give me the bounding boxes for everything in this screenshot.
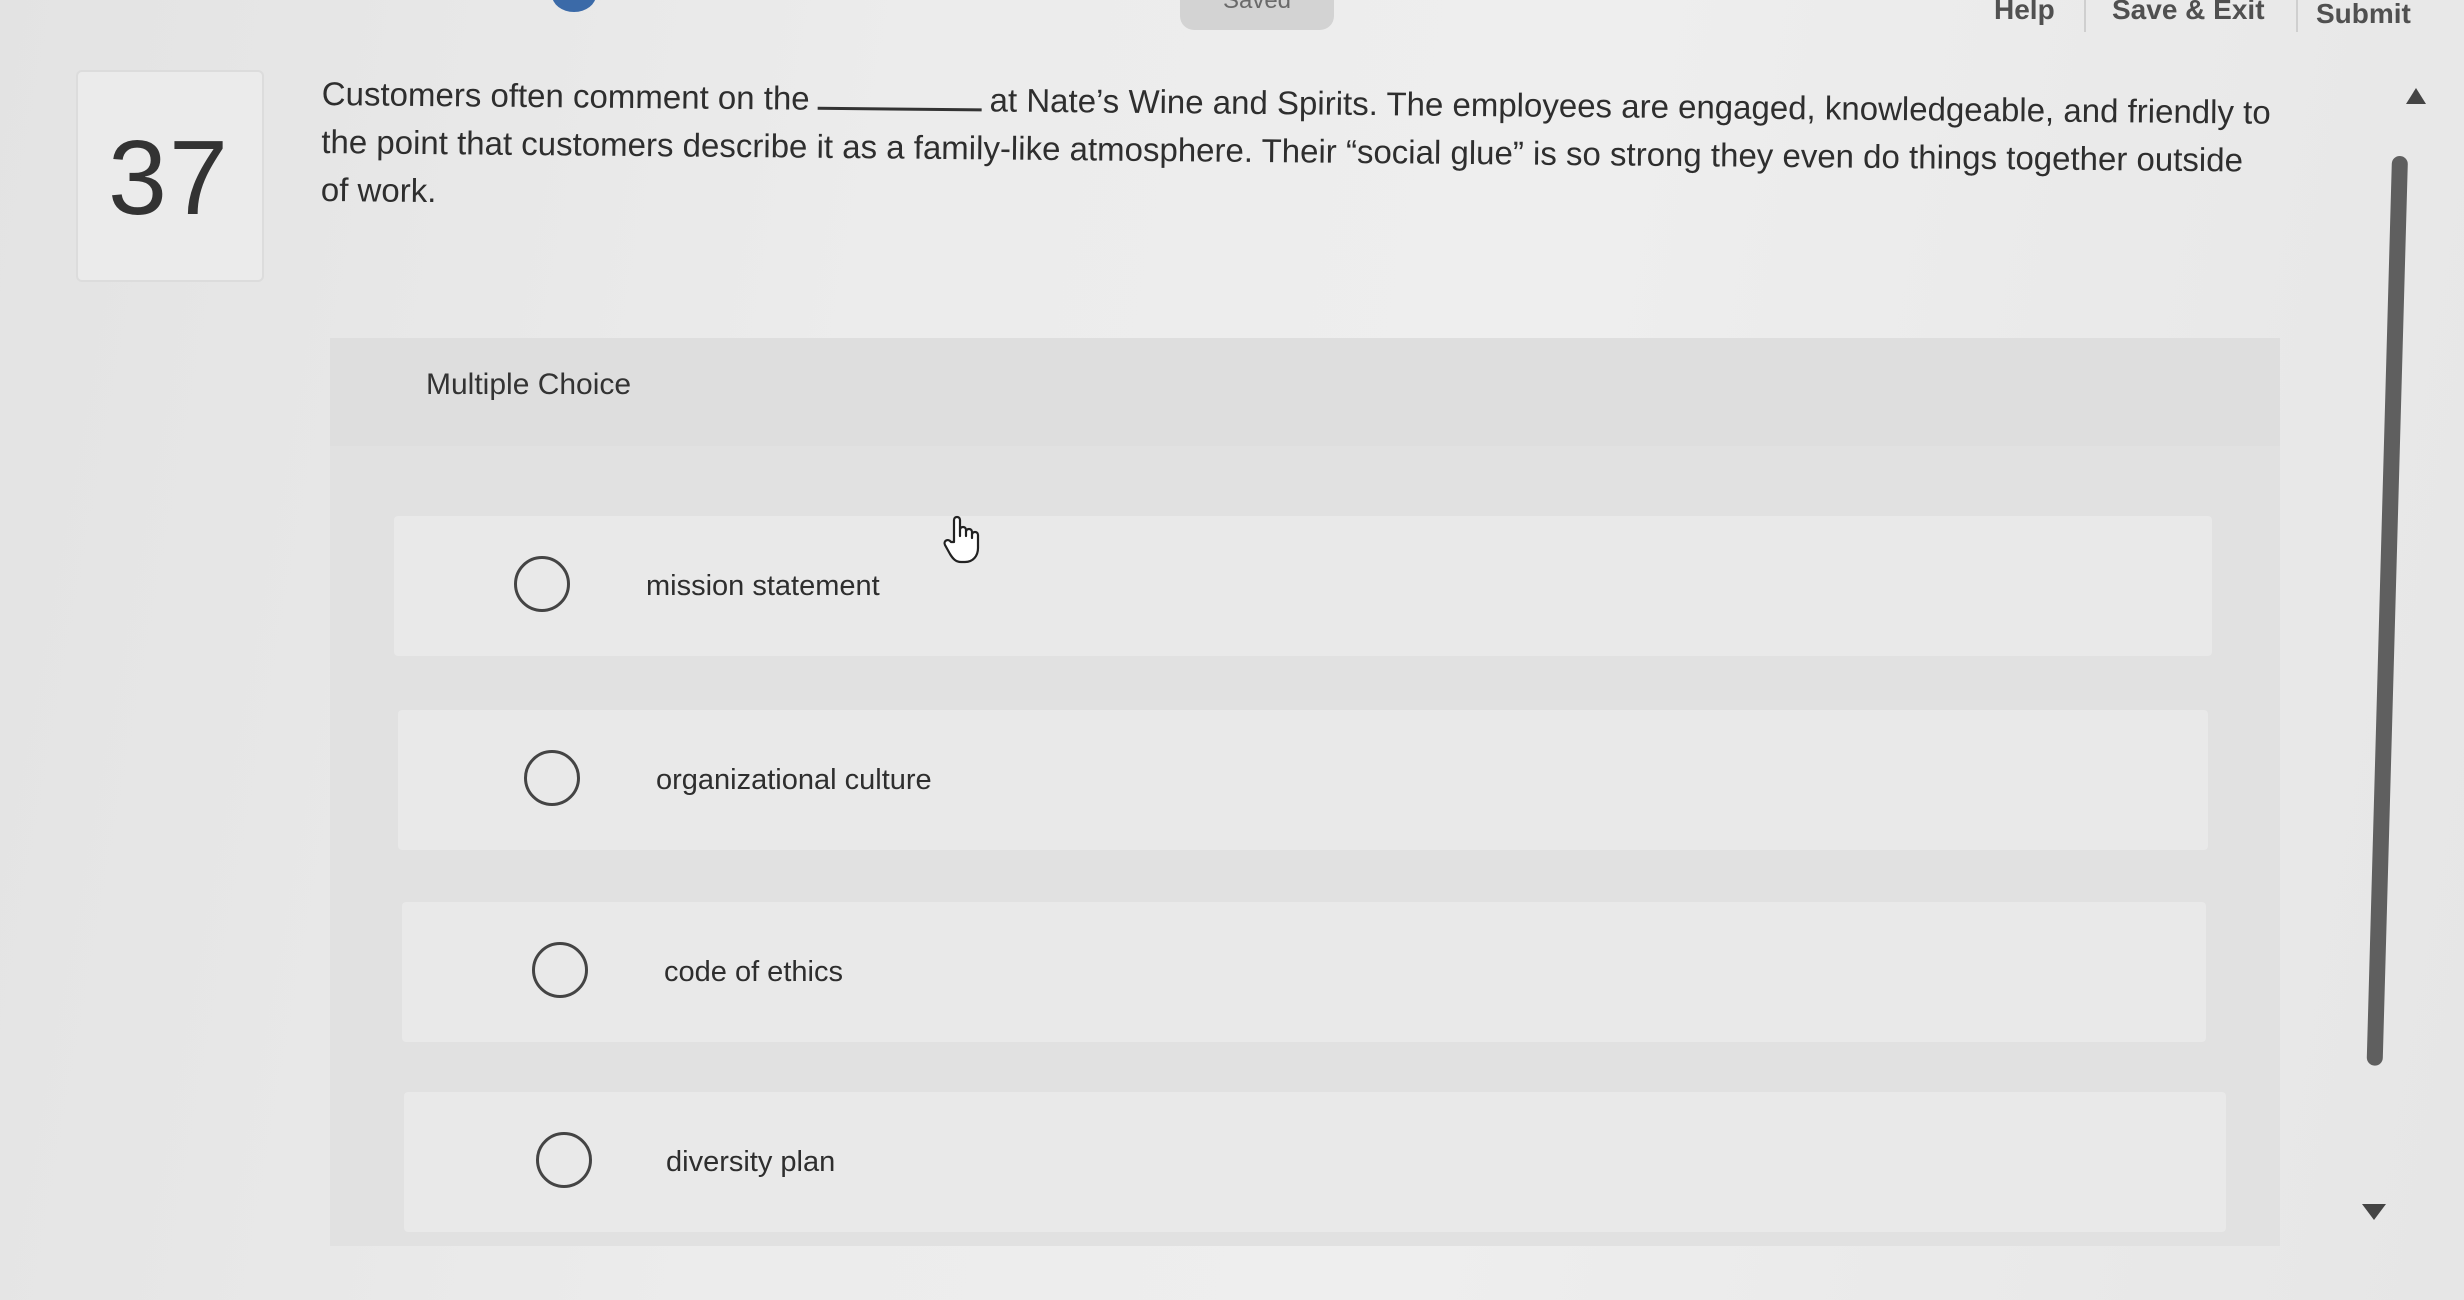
choice-label: mission statement [646,570,880,602]
multiple-choice-title: Multiple Choice [426,368,632,401]
radio-unselected-icon[interactable] [514,556,570,612]
top-bar-divider [2296,0,2298,32]
fill-in-blank [817,76,982,112]
prompt-text-before-blank: Customers often comment on the [321,74,810,117]
save-exit-button[interactable]: Save & Exit [2112,0,2265,26]
radio-unselected-icon[interactable] [532,942,588,998]
multiple-choice-panel: Multiple Choice mission statement organi… [330,338,2280,1246]
help-button[interactable]: Help [1994,0,2055,26]
question-prompt: Customers often comment on the at Nate’s … [321,70,2272,233]
question-number: 37 [108,119,230,237]
quiz-page: Saved Help Save & Exit Submit 37 Custome… [0,0,2464,1300]
choice-option-1[interactable]: mission statement [394,516,2212,656]
choice-label: diversity plan [666,1146,836,1178]
choice-option-4[interactable]: diversity plan [404,1092,2226,1232]
radio-unselected-icon[interactable] [536,1132,592,1188]
progress-icon[interactable] [552,0,596,12]
top-bar-divider [2084,0,2086,32]
multiple-choice-header: Multiple Choice [330,338,2280,446]
top-bar: Saved Help Save & Exit Submit [0,0,2464,40]
submit-button[interactable]: Submit [2316,0,2411,30]
scroll-up-arrow-icon[interactable] [2406,88,2426,104]
radio-unselected-icon[interactable] [524,750,580,806]
choice-label: organizational culture [656,764,932,796]
hand-pointer-icon [943,515,980,564]
saved-status-badge: Saved [1180,0,1334,30]
scrollbar-thumb[interactable] [2366,155,2408,1066]
choice-option-3[interactable]: code of ethics [402,902,2206,1042]
question-number-box: 37 [76,70,264,282]
choice-label: code of ethics [664,956,843,988]
choice-option-2[interactable]: organizational culture [398,710,2208,850]
scroll-down-arrow-icon[interactable] [2362,1204,2386,1220]
